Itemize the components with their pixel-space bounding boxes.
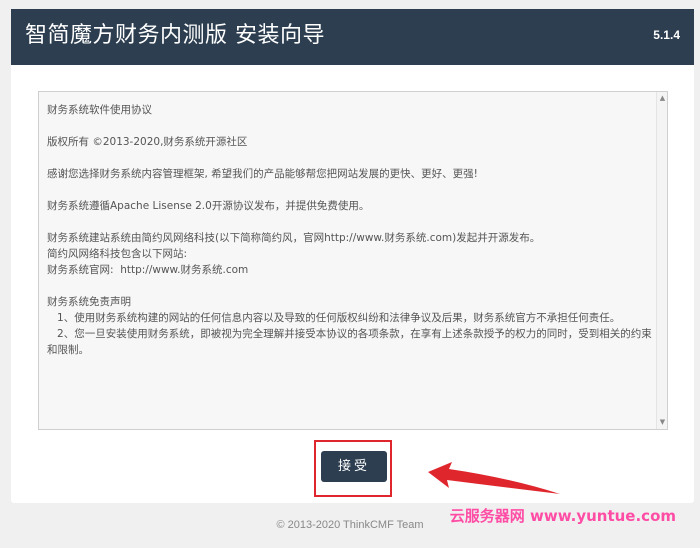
agreement-line: 财务系统软件使用协议 (47, 104, 152, 116)
agreement-line: 版权所有 ©2013-2020,财务系统开源社区 (47, 136, 248, 148)
scroll-down-arrow-icon[interactable]: ▼ (657, 417, 667, 428)
header-bar: 智简魔方财务内测版 安装向导 5.1.4 (11, 9, 694, 65)
vertical-scrollbar[interactable]: ▲ ▼ (656, 92, 667, 429)
agreement-line: 2、您一旦安装使用财务系统，即被视为完全理解并接受本协议的各项条款，在享有上述条… (47, 328, 652, 356)
agreement-line: 财务系统官网: http://www.财务系统.com (47, 264, 249, 276)
agreement-line: 财务系统遵循Apache Lisense 2.0开源协议发布，并提供免费使用。 (47, 200, 370, 212)
agreement-line: 财务系统免责声明 (47, 296, 131, 308)
agreement-line: 财务系统建站系统由简约风网络科技(以下简称简约风，官网http://www.财务… (47, 232, 541, 244)
scroll-up-arrow-icon[interactable]: ▲ (657, 93, 667, 104)
accept-button[interactable]: 接受 (321, 451, 387, 482)
agreement-line: 1、使用财务系统构建的网站的任何信息内容以及导致的任何版权纠纷和法律争议及后果，… (47, 312, 621, 324)
license-agreement-text: 财务系统软件使用协议 版权所有 ©2013-2020,财务系统开源社区 感谢您选… (47, 102, 652, 358)
agreement-line: 简约风网络科技包含以下网站: (47, 248, 188, 260)
watermark-text: 云服务器网 www.yuntue.com (449, 507, 676, 525)
agreement-line: 感谢您选择财务系统内容管理框架, 希望我们的产品能够帮您把网站发展的更快、更好、… (47, 168, 478, 180)
page-title: 智简魔方财务内测版 安装向导 (25, 23, 325, 48)
license-agreement-textarea[interactable]: 财务系统软件使用协议 版权所有 ©2013-2020,财务系统开源社区 感谢您选… (38, 91, 668, 430)
version-label: 5.1.4 (653, 28, 680, 42)
